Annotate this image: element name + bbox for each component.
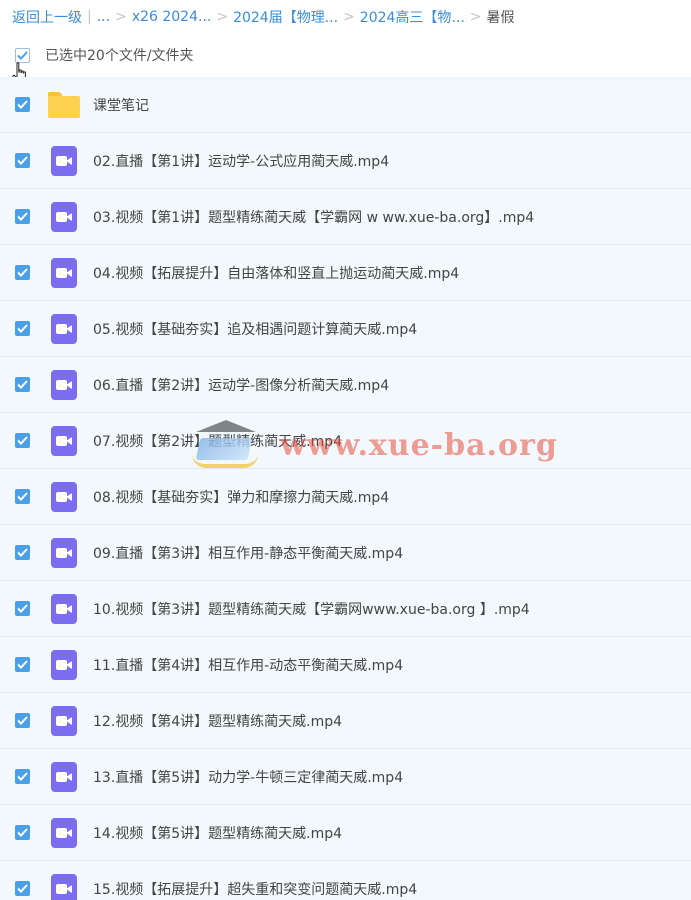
chevron-right-icon: > xyxy=(469,8,482,25)
row-checkbox[interactable] xyxy=(15,881,30,896)
row-checkbox[interactable] xyxy=(15,545,30,560)
chevron-right-icon: > xyxy=(216,8,229,25)
file-name[interactable]: 12.视频【第4讲】题型精练蔺天威.mp4 xyxy=(93,711,342,731)
file-name[interactable]: 02.直播【第1讲】运动学-公式应用蔺天威.mp4 xyxy=(93,151,389,171)
breadcrumb-item[interactable]: 2024届【物理... xyxy=(233,7,338,27)
row-checkbox[interactable] xyxy=(15,489,30,504)
file-name[interactable]: 05.视频【基础夯实】追及相遇问题计算蔺天威.mp4 xyxy=(93,319,417,339)
file-name[interactable]: 08.视频【基础夯实】弹力和摩擦力蔺天威.mp4 xyxy=(93,487,389,507)
row-checkbox[interactable] xyxy=(15,433,30,448)
file-row[interactable]: 06.直播【第2讲】运动学-图像分析蔺天威.mp4 xyxy=(0,357,691,413)
row-checkbox[interactable] xyxy=(15,97,30,112)
file-row[interactable]: 12.视频【第4讲】题型精练蔺天威.mp4 xyxy=(0,693,691,749)
row-checkbox[interactable] xyxy=(15,377,30,392)
video-file-icon xyxy=(48,145,80,177)
folder-icon xyxy=(48,89,80,121)
file-row[interactable]: 10.视频【第3讲】题型精练蔺天威【学霸网www.xue-ba.org 】.mp… xyxy=(0,581,691,637)
row-checkbox[interactable] xyxy=(15,657,30,672)
row-checkbox[interactable] xyxy=(15,265,30,280)
video-file-icon xyxy=(48,201,80,233)
row-checkbox[interactable] xyxy=(15,769,30,784)
breadcrumb-item[interactable]: ... xyxy=(97,9,110,25)
breadcrumb-item[interactable]: x26 2024... xyxy=(132,9,212,25)
file-name[interactable]: 15.视频【拓展提升】超失重和突变问题蔺天威.mp4 xyxy=(93,879,417,899)
file-row[interactable]: 07.视频【第2讲】题型精练蔺天威.mp4 xyxy=(0,413,691,469)
video-file-icon xyxy=(48,537,80,569)
breadcrumb-divider: | xyxy=(87,8,92,25)
breadcrumb: 返回上一级 | ... > x26 2024... > 2024届【物理... … xyxy=(0,0,691,33)
file-row[interactable]: 13.直播【第5讲】动力学-牛顿三定律蔺天威.mp4 xyxy=(0,749,691,805)
chevron-right-icon: > xyxy=(343,8,355,25)
video-file-icon xyxy=(48,481,80,513)
file-row[interactable]: 09.直播【第3讲】相互作用-静态平衡蔺天威.mp4 xyxy=(0,525,691,581)
row-checkbox[interactable] xyxy=(15,601,30,616)
file-row[interactable]: 04.视频【拓展提升】自由落体和竖直上抛运动蔺天威.mp4 xyxy=(0,245,691,301)
file-row[interactable]: 15.视频【拓展提升】超失重和突变问题蔺天威.mp4 xyxy=(0,861,691,900)
file-row[interactable]: 02.直播【第1讲】运动学-公式应用蔺天威.mp4 xyxy=(0,133,691,189)
row-checkbox[interactable] xyxy=(15,321,30,336)
file-name[interactable]: 07.视频【第2讲】题型精练蔺天威.mp4 xyxy=(93,431,342,451)
file-name[interactable]: 06.直播【第2讲】运动学-图像分析蔺天威.mp4 xyxy=(93,375,389,395)
file-row[interactable]: 14.视频【第5讲】题型精练蔺天威.mp4 xyxy=(0,805,691,861)
video-file-icon xyxy=(48,313,80,345)
breadcrumb-item[interactable]: 2024高三【物... xyxy=(360,7,465,27)
file-list: 课堂笔记 02.直播【第1讲】运动学-公式应用蔺天威.mp4 03.视频【第1讲】题… xyxy=(0,77,691,900)
selection-header: 已选中20个文件/文件夹 xyxy=(0,33,691,77)
video-file-icon xyxy=(48,705,80,737)
video-file-icon xyxy=(48,425,80,457)
video-file-icon xyxy=(48,649,80,681)
file-name[interactable]: 09.直播【第3讲】相互作用-静态平衡蔺天威.mp4 xyxy=(93,543,403,563)
row-checkbox[interactable] xyxy=(15,153,30,168)
chevron-right-icon: > xyxy=(115,8,127,25)
breadcrumb-current: 暑假 xyxy=(486,9,515,26)
selection-count-label: 已选中20个文件/文件夹 xyxy=(45,48,194,64)
file-name[interactable]: 10.视频【第3讲】题型精练蔺天威【学霸网www.xue-ba.org 】.mp… xyxy=(93,599,530,619)
file-name[interactable]: 11.直播【第4讲】相互作用-动态平衡蔺天威.mp4 xyxy=(93,655,403,675)
file-row[interactable]: 05.视频【基础夯实】追及相遇问题计算蔺天威.mp4 xyxy=(0,301,691,357)
video-file-icon xyxy=(48,369,80,401)
video-file-icon xyxy=(48,593,80,625)
back-link[interactable]: 返回上一级 xyxy=(12,7,82,27)
row-checkbox[interactable] xyxy=(15,713,30,728)
file-row[interactable]: 03.视频【第1讲】题型精练蔺天威【学霸网 w ww.xue-ba.org】.m… xyxy=(0,189,691,245)
video-file-icon xyxy=(48,257,80,289)
file-name[interactable]: 14.视频【第5讲】题型精练蔺天威.mp4 xyxy=(93,823,342,843)
file-name[interactable]: 13.直播【第5讲】动力学-牛顿三定律蔺天威.mp4 xyxy=(93,767,403,787)
select-all-checkbox[interactable] xyxy=(15,47,30,63)
file-name[interactable]: 04.视频【拓展提升】自由落体和竖直上抛运动蔺天威.mp4 xyxy=(93,263,459,283)
file-row[interactable]: 课堂笔记 xyxy=(0,77,691,133)
video-file-icon xyxy=(48,817,80,849)
video-file-icon xyxy=(48,873,80,900)
video-file-icon xyxy=(48,761,80,793)
file-name[interactable]: 03.视频【第1讲】题型精练蔺天威【学霸网 w ww.xue-ba.org】.m… xyxy=(93,207,534,227)
file-row[interactable]: 11.直播【第4讲】相互作用-动态平衡蔺天威.mp4 xyxy=(0,637,691,693)
row-checkbox[interactable] xyxy=(15,825,30,840)
file-name[interactable]: 课堂笔记 xyxy=(93,95,149,115)
row-checkbox[interactable] xyxy=(15,209,30,224)
file-row[interactable]: 08.视频【基础夯实】弹力和摩擦力蔺天威.mp4 xyxy=(0,469,691,525)
